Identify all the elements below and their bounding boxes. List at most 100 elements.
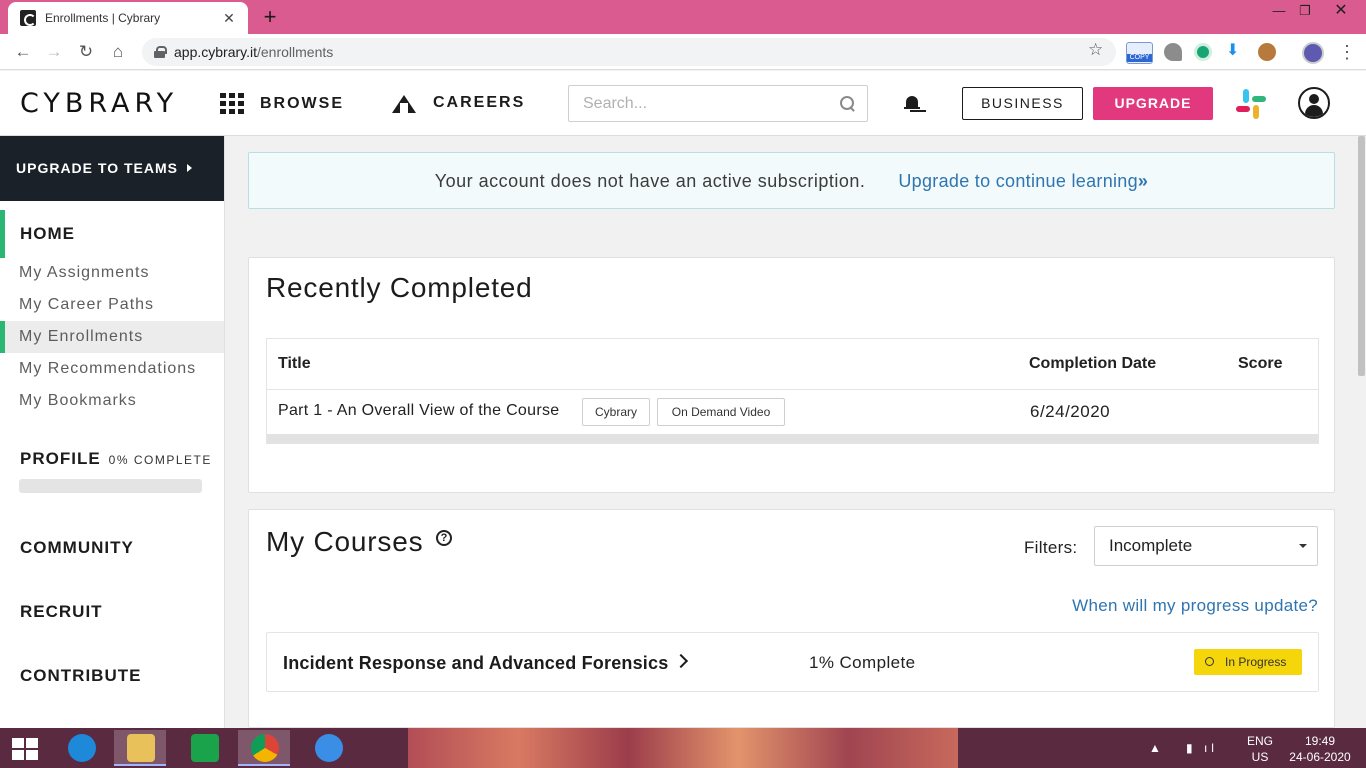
sidebar-item-my-enrollments[interactable]: My Enrollments [0, 321, 224, 353]
alert-text: Your account does not have an active sub… [434, 171, 866, 191]
upgrade-link[interactable]: Upgrade to continue learning» [898, 171, 1148, 191]
search-box [568, 85, 868, 122]
new-tab-icon[interactable]: + [258, 5, 282, 29]
windows-start-icon[interactable] [12, 738, 38, 760]
sidebar-item-my-recommendations[interactable]: My Recommendations [0, 353, 224, 385]
sync-app-taskbar-item[interactable] [302, 730, 354, 766]
address-bar[interactable]: app.cybrary.it/enrollments [142, 38, 1116, 66]
search-input[interactable] [569, 86, 829, 121]
profile-label: PROFILE [20, 449, 101, 468]
cybrary-logo[interactable]: CYBRARY [20, 90, 178, 118]
slack-icon[interactable] [1234, 87, 1268, 121]
region-code: US [1251, 750, 1269, 764]
back-arrow-icon[interactable]: ← [12, 41, 34, 63]
file-explorer-taskbar-item[interactable] [114, 730, 166, 766]
teams-banner-label: UPGRADE TO TEAMS [16, 160, 178, 176]
sidebar-item-my-career-paths[interactable]: My Career Paths [0, 289, 224, 321]
my-courses-title: My Courses [266, 526, 424, 557]
cookie-extension-icon[interactable] [1258, 43, 1276, 61]
sidebar-profile-heading[interactable]: PROFILE 0% COMPLETE [20, 449, 212, 469]
sidebar-item-my-assignments[interactable]: My Assignments [0, 257, 224, 289]
completed-course-title[interactable]: Part 1 - An Overall View of the Course [278, 402, 559, 420]
column-header-completion-date: Completion Date [1029, 355, 1157, 372]
download-extension-icon[interactable]: ⬇ [1226, 40, 1240, 59]
course-progress-text: 1% Complete [809, 653, 916, 672]
search-icon[interactable] [840, 96, 856, 112]
chrome-taskbar-item[interactable] [238, 730, 290, 766]
system-tray-icons[interactable]: ▮ ıl ◀) [1172, 728, 1232, 768]
chrome-icon [251, 734, 279, 762]
upgrade-link-label: Upgrade to continue learning [898, 171, 1138, 191]
site-header: CYBRARY BROWSE CAREERS BUSINESS UPGRADE [0, 71, 1366, 136]
sidebar-item-home[interactable]: HOME [0, 210, 224, 258]
copy-extension-label: COPY [1127, 54, 1152, 62]
lock-icon [154, 46, 167, 58]
status-badge: In Progress [1194, 649, 1302, 675]
sidebar-item-my-bookmarks[interactable]: My Bookmarks [0, 385, 224, 417]
bookmark-star-icon[interactable]: ☆ [1088, 40, 1103, 60]
reload-icon[interactable]: ↻ [75, 41, 97, 63]
browse-menu[interactable]: BROWSE [220, 93, 344, 114]
upgrade-to-teams-banner[interactable]: UPGRADE TO TEAMS [0, 136, 224, 201]
forward-arrow-icon[interactable]: → [43, 41, 65, 63]
window-close-icon[interactable]: ✕ [1326, 0, 1356, 22]
filters-label: Filters: [1024, 538, 1078, 557]
column-header-title: Title [278, 355, 311, 372]
tag-cybrary: Cybrary [582, 398, 650, 426]
tab-title: Enrollments | Cybrary [45, 11, 161, 25]
careers-label: CAREERS [433, 94, 526, 111]
wallpaper-strip [408, 728, 958, 768]
business-button[interactable]: BUSINESS [962, 87, 1083, 120]
recently-completed-title: Recently Completed [266, 272, 533, 303]
copy-extension-icon[interactable]: COPY [1126, 42, 1153, 64]
course-row[interactable]: Incident Response and Advanced Forensics… [266, 632, 1319, 692]
progress-update-link[interactable]: When will my progress update? [1072, 596, 1318, 616]
sidebar: UPGRADE TO TEAMS HOME My Assignments My … [0, 136, 225, 728]
subscription-alert: Your account does not have an active sub… [248, 152, 1335, 209]
internet-explorer-taskbar-item[interactable] [55, 730, 107, 766]
language-indicator[interactable]: ENG US [1240, 728, 1280, 768]
browser-tab[interactable]: Enrollments | Cybrary ✕ [8, 2, 248, 34]
column-header-score: Score [1238, 355, 1283, 372]
notification-bell-icon[interactable] [904, 95, 920, 113]
cybrary-favicon-icon [20, 10, 36, 26]
upgrade-button[interactable]: UPGRADE [1093, 87, 1213, 120]
profile-complete-text: 0% COMPLETE [108, 453, 212, 467]
clock-time: 19:49 [1304, 734, 1336, 748]
shield-extension-icon[interactable] [1194, 43, 1212, 61]
browser-toolbar: ← → ↻ ⌂ app.cybrary.it/enrollments ☆ COP… [0, 34, 1366, 70]
careers-menu[interactable]: CAREERS [390, 93, 525, 113]
extension-icon[interactable] [1164, 43, 1182, 61]
restore-icon[interactable]: ❐ [1290, 0, 1320, 22]
browse-label: BROWSE [260, 94, 344, 112]
store-taskbar-item[interactable] [178, 730, 230, 766]
clock[interactable]: 19:49 24-06-2020 [1282, 728, 1358, 768]
browser-profile-avatar[interactable] [1302, 42, 1324, 64]
sidebar-item-recruit[interactable]: RECRUIT [20, 602, 103, 622]
browser-menu-icon[interactable]: ⋮ [1338, 40, 1356, 64]
profile-progress-bar [19, 479, 202, 493]
filter-selected-value: Incomplete [1109, 536, 1193, 555]
url-text: app.cybrary.it/enrollments [174, 44, 333, 60]
course-name[interactable]: Incident Response and Advanced Forensics [283, 653, 668, 674]
sync-icon [315, 734, 343, 762]
page-scroll-thumb[interactable] [1358, 136, 1365, 376]
internet-explorer-icon [68, 734, 96, 762]
row-divider [267, 389, 1318, 390]
home-icon[interactable]: ⌂ [107, 41, 129, 63]
caret-right-icon [186, 164, 192, 172]
double-chevron-right-icon: » [1137, 171, 1149, 191]
show-hidden-icons[interactable]: ▲ [1148, 728, 1162, 768]
filter-dropdown[interactable]: Incomplete [1094, 526, 1318, 566]
folder-icon [127, 734, 155, 762]
tab-close-icon[interactable]: ✕ [220, 10, 238, 27]
user-account-icon[interactable] [1298, 87, 1330, 119]
completion-date: 6/24/2020 [1030, 402, 1111, 421]
windows-taskbar: ▲ ▮ ıl ◀) ENG US 19:49 24-06-2020 [0, 728, 1366, 768]
sidebar-item-contribute[interactable]: CONTRIBUTE [20, 666, 141, 686]
chevron-right-icon[interactable] [673, 653, 689, 669]
table-horizontal-scrollbar[interactable] [267, 434, 1318, 443]
help-icon[interactable]: ? [436, 530, 452, 546]
sidebar-item-community[interactable]: COMMUNITY [20, 538, 134, 558]
caret-down-icon [1299, 544, 1307, 548]
